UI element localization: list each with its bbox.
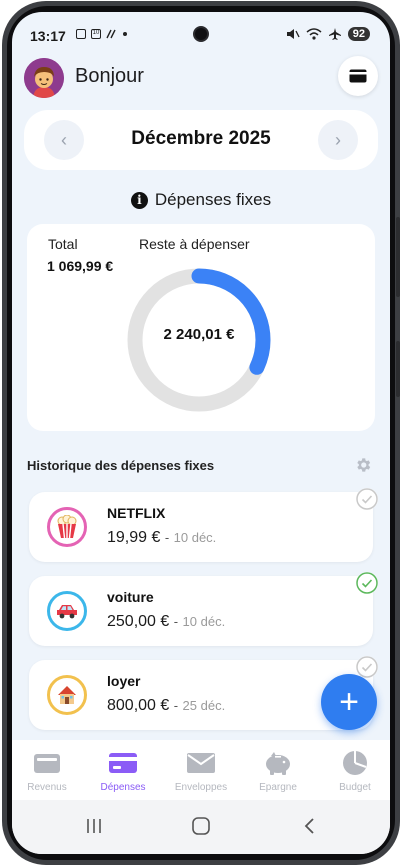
piggy-bank-icon (266, 752, 290, 775)
avatar[interactable] (24, 58, 64, 98)
section-title: Dépenses fixes (154, 190, 272, 209)
history-title: Historique des dépenses fixes (27, 458, 215, 473)
tab-epargne[interactable]: Epargne (243, 750, 313, 793)
item-separator: - (164, 530, 170, 545)
item-amount-line: 250,00 € - 10 déc. (107, 613, 225, 631)
car-icon (57, 605, 77, 619)
check-circle-icon (356, 656, 378, 678)
section-heading: i Dépenses fixes (12, 190, 390, 210)
back-icon (304, 818, 314, 834)
item-icon-ring (47, 591, 87, 631)
cards-button[interactable] (338, 56, 378, 96)
item-date: 10 déc. (182, 614, 226, 629)
notification-dot-icon (123, 32, 127, 36)
tab-label: Epargne (259, 782, 297, 793)
item-date: 10 déc. (173, 530, 217, 545)
expense-item-netflix[interactable]: NETFLIX 19,99 € - 10 déc. (29, 492, 373, 562)
house-icon (58, 686, 76, 704)
tab-label: Enveloppes (174, 782, 228, 793)
item-name: NETFLIX (107, 505, 166, 521)
check-circle-icon (356, 572, 378, 594)
credit-card-icon (349, 69, 367, 83)
remaining-label: Reste à dépenser (139, 236, 250, 252)
info-icon[interactable]: i (130, 191, 148, 209)
airplane-icon (328, 28, 341, 40)
total-value: 1 069,99 € (47, 258, 114, 274)
bottom-navigation: Revenus Dépenses Enveloppes Epargne Budg… (12, 740, 390, 800)
tab-label: Budget (339, 782, 371, 793)
next-month-button[interactable]: › (318, 120, 358, 160)
recent-apps-button[interactable] (82, 814, 106, 838)
item-amount: 19,99 € (107, 529, 161, 546)
item-name: loyer (107, 673, 141, 689)
item-amount-line: 19,99 € - 10 déc. (107, 529, 216, 547)
back-button[interactable] (298, 814, 320, 838)
popcorn-icon (57, 515, 77, 539)
item-name: voiture (107, 589, 154, 605)
calendar-icon: 10 (91, 29, 101, 39)
battery-indicator: 92 (347, 27, 370, 41)
stylus-icon (106, 29, 116, 39)
wifi-icon (306, 28, 322, 40)
item-icon-ring (47, 507, 87, 547)
item-amount-line: 800,00 € - 25 déc. (107, 697, 225, 715)
home-icon (192, 817, 210, 835)
system-navigation-bar (12, 800, 390, 854)
plus-icon: + (339, 683, 359, 721)
item-amount: 800,00 € (107, 697, 170, 714)
user-avatar-icon (24, 58, 64, 98)
status-bar: 13:17 10 92 (12, 12, 390, 58)
gear-icon[interactable] (354, 456, 372, 474)
status-time: 13:17 (30, 28, 66, 44)
expense-item-voiture[interactable]: voiture 250,00 € - 10 déc. (29, 576, 373, 646)
tab-revenus[interactable]: Revenus (12, 750, 82, 793)
front-camera (193, 26, 209, 42)
greeting-text: Bonjour (75, 65, 144, 87)
credit-card-icon (109, 753, 137, 773)
paid-checkbox[interactable] (356, 656, 378, 678)
month-selector: ‹ Décembre 2025 › (24, 110, 378, 170)
status-notification-icons: 10 (76, 29, 127, 39)
pie-chart-icon (343, 751, 367, 775)
volume-button (396, 217, 400, 297)
item-icon-ring (47, 675, 87, 715)
paid-checkbox[interactable] (356, 488, 378, 510)
item-separator: - (173, 698, 179, 713)
recents-icon (87, 819, 101, 833)
home-button[interactable] (190, 814, 212, 838)
wallet-icon (34, 754, 60, 773)
item-amount: 250,00 € (107, 613, 170, 630)
item-date: 25 déc. (182, 698, 226, 713)
remaining-value: 2 240,01 € (163, 326, 235, 343)
tab-label: Revenus (27, 782, 67, 793)
tab-label: Dépenses (100, 782, 146, 793)
chevron-right-icon: › (335, 129, 341, 150)
total-label: Total (48, 236, 78, 252)
paid-checkbox[interactable] (356, 572, 378, 594)
add-expense-button[interactable]: + (321, 674, 377, 730)
screenshot-icon (76, 29, 86, 39)
envelope-icon (187, 753, 215, 773)
tab-enveloppes[interactable]: Enveloppes (166, 750, 236, 793)
check-circle-icon (356, 488, 378, 510)
item-separator: - (173, 614, 179, 629)
tab-depenses[interactable]: Dépenses (88, 750, 158, 793)
mute-icon (286, 29, 300, 39)
summary-card: Total 1 069,99 € Reste à dépenser 2 240,… (27, 224, 375, 431)
tab-budget[interactable]: Budget (320, 750, 390, 793)
power-button (396, 341, 400, 397)
app-screen: 13:17 10 92 Bonjour ‹ Décembre 2025 › i … (12, 12, 390, 854)
status-system-icons: 92 (286, 27, 370, 41)
